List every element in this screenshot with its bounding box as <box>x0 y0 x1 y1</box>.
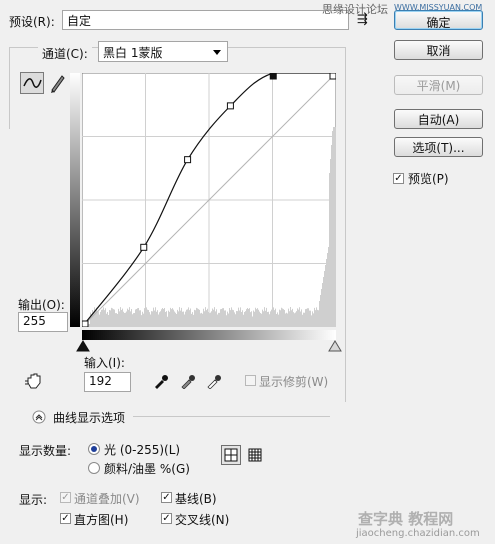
preset-label: 预设(R): <box>9 15 55 29</box>
auto-button[interactable]: 自动(A) <box>394 109 483 129</box>
collapse-chevron-icon[interactable] <box>32 410 46 424</box>
curve-tool-icon <box>23 78 42 88</box>
simple-grid-button[interactable] <box>221 445 241 465</box>
curve-control-point[interactable] <box>140 243 148 251</box>
watermark-top-text: 思缘设计论坛 <box>322 3 388 16</box>
curve-options-title: 曲线显示选项 <box>53 411 126 425</box>
show-clipping-checkbox[interactable] <box>245 375 256 386</box>
curve-control-point[interactable] <box>184 156 192 164</box>
preview-checkbox[interactable] <box>393 173 404 184</box>
watermark-bottom-url: jiaocheng.chazidian.com <box>356 528 480 539</box>
pigment-radio-label: 颜料/油墨 %(G) <box>104 462 190 476</box>
curve-control-point[interactable] <box>269 73 277 80</box>
channel-label: 通道(C): <box>38 45 92 62</box>
curve-control-point[interactable] <box>226 102 234 110</box>
gray-eyedropper-icon[interactable] <box>180 373 196 389</box>
ok-button[interactable]: 确定 <box>394 10 483 30</box>
light-radio[interactable] <box>88 443 100 455</box>
preset-select[interactable]: 自定 <box>62 10 349 30</box>
output-label: 输出(O): <box>18 298 65 312</box>
output-gradient-bar <box>70 73 80 327</box>
light-radio-label: 光 (0-255)(L) <box>104 443 181 457</box>
output-field[interactable]: 255 <box>18 312 68 332</box>
show-clipping-label: 显示修剪(W) <box>259 375 329 389</box>
channel-overlay-label: 通道叠加(V) <box>74 492 140 506</box>
white-point-slider[interactable] <box>328 340 342 352</box>
black-point-slider[interactable] <box>76 340 90 352</box>
group-left-line <box>9 47 10 129</box>
histogram-checkbox[interactable] <box>60 513 71 524</box>
curve-tool-button[interactable] <box>20 72 44 94</box>
options-button[interactable]: 选项(T)... <box>394 137 483 157</box>
simple-grid-icon <box>224 448 238 462</box>
baseline-checkbox[interactable] <box>161 492 172 503</box>
channel-select[interactable]: 黑白 1蒙版 <box>98 41 228 62</box>
white-eyedropper-icon[interactable] <box>206 373 222 389</box>
watermark-bottom-brand: 查字典 教程网 <box>358 510 454 528</box>
cancel-button[interactable]: 取消 <box>394 40 483 60</box>
intersection-checkbox[interactable] <box>161 513 172 524</box>
options-separator <box>133 416 330 417</box>
intersection-label: 交叉线(N) <box>175 513 230 527</box>
group-right-line <box>345 47 346 402</box>
baseline-label: 基线(B) <box>175 492 217 506</box>
input-field[interactable]: 192 <box>84 372 131 392</box>
detailed-grid-button[interactable] <box>246 446 264 464</box>
show-amount-label: 显示数量: <box>19 444 72 458</box>
input-label: 输入(I): <box>84 356 125 370</box>
histogram-label: 直方图(H) <box>74 513 129 527</box>
hand-adjust-icon[interactable] <box>24 371 46 391</box>
watermark-top-url: WWW.MISSYUAN.COM <box>394 3 483 12</box>
smooth-button[interactable]: 平滑(M) <box>394 75 483 95</box>
pencil-icon <box>51 75 65 93</box>
pencil-tool-button[interactable] <box>47 72 67 94</box>
detailed-grid-icon <box>248 448 262 462</box>
pigment-radio[interactable] <box>88 462 100 474</box>
channel-overlay-checkbox[interactable] <box>60 492 71 503</box>
show-label: 显示: <box>19 493 48 507</box>
input-gradient-bar <box>82 330 336 340</box>
curves-graph[interactable] <box>82 73 336 327</box>
curve-control-point[interactable] <box>82 320 89 327</box>
black-eyedropper-icon[interactable] <box>153 373 169 389</box>
preview-label: 预览(P) <box>408 172 449 186</box>
chevron-down-icon <box>213 50 221 55</box>
curve-control-point[interactable] <box>329 73 336 80</box>
